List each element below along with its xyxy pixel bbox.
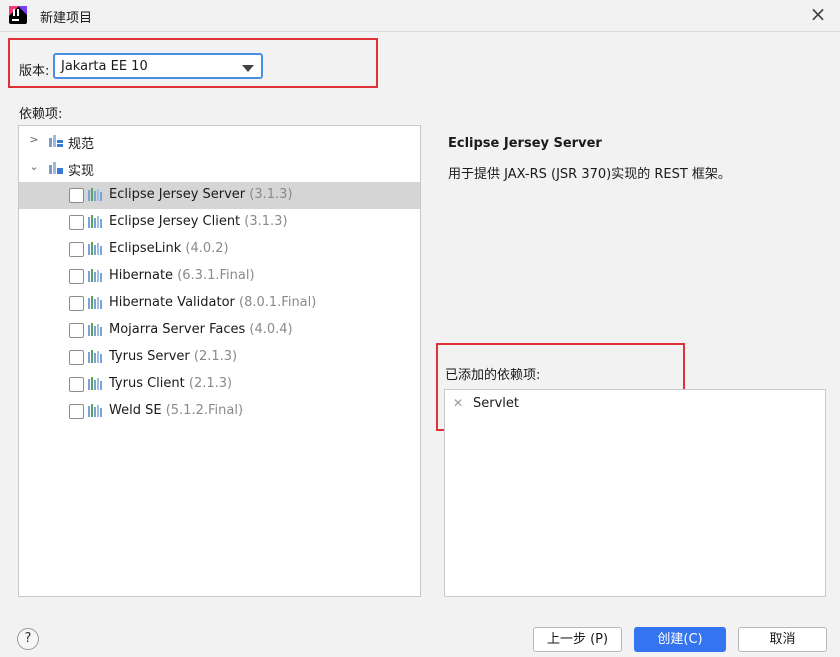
library-group-icon [49,135,63,147]
help-button[interactable]: ? [17,628,39,650]
version-select[interactable]: Jakarta EE 10 [53,53,263,79]
library-version: (3.1.3) [244,214,288,229]
library-label: Weld SE (5.1.2.Final) [109,403,243,418]
library-name: Eclipse Jersey Client [109,214,241,229]
added-dependencies-label: 已添加的依赖项: [445,368,541,383]
library-checkbox[interactable] [69,377,84,392]
library-label: Eclipse Jersey Server (3.1.3) [109,187,293,202]
library-name: Tyrus Server [109,349,190,364]
added-dependency-item: ✕ Servlet [445,390,825,420]
intellij-app-icon [9,6,27,24]
description-text: 用于提供 JAX-RS (JSR 370)实现的 REST 框架。 [448,167,731,182]
library-checkbox[interactable] [69,242,84,257]
library-version: (2.1.3) [193,349,238,364]
tree-category-specifications[interactable]: > 规范 [19,128,420,155]
library-icon [88,242,102,255]
library-version: (6.3.1.Final) [177,268,255,283]
library-name: Hibernate [109,268,174,283]
library-icon [88,269,102,282]
library-checkbox[interactable] [69,296,84,311]
library-row[interactable]: EclipseLink (4.0.2) [19,236,420,263]
library-checkbox[interactable] [69,404,84,419]
library-name: Eclipse Jersey Server [109,187,246,202]
library-checkbox[interactable] [69,215,84,230]
library-icon [88,296,102,309]
library-checkbox[interactable] [69,350,84,365]
library-row[interactable]: Eclipse Jersey Client (3.1.3) [19,209,420,236]
close-icon[interactable]: × [806,2,830,26]
library-label: Mojarra Server Faces (4.0.4) [109,322,293,337]
category-label: 实现 [68,164,95,179]
library-checkbox[interactable] [69,269,84,284]
added-dependency-name: Servlet [473,396,519,411]
chevron-down-icon [242,65,254,72]
library-label: Hibernate (6.3.1.Final) [109,268,255,283]
library-row[interactable]: Hibernate Validator (8.0.1.Final) [19,290,420,317]
library-icon [88,188,102,201]
library-label: Tyrus Client (2.1.3) [109,376,232,391]
tree-category-implementations[interactable]: ⌄ 实现 [19,155,420,182]
library-name: Weld SE [109,403,162,418]
library-icon [88,215,102,228]
library-row[interactable]: Hibernate (6.3.1.Final) [19,263,420,290]
library-checkbox[interactable] [69,188,84,203]
library-row[interactable]: Weld SE (5.1.2.Final) [19,398,420,425]
library-icon [88,404,102,417]
chevron-down-icon[interactable]: ⌄ [27,160,41,174]
library-version: (4.0.4) [249,322,293,337]
category-label: 规范 [68,137,95,152]
library-name: EclipseLink [109,241,182,256]
library-row[interactable]: Eclipse Jersey Server (3.1.3) [19,182,420,209]
version-select-value: Jakarta EE 10 [61,59,148,74]
library-row[interactable]: Tyrus Server (2.1.3) [19,344,420,371]
window-title: 新建项目 [40,11,93,26]
library-version: (4.0.2) [185,241,229,256]
chevron-right-icon[interactable]: > [27,133,41,147]
library-name: Tyrus Client [109,376,185,391]
cancel-button[interactable]: 取消 [738,627,827,652]
library-checkbox[interactable] [69,323,84,338]
dependencies-tree[interactable]: > 规范 ⌄ 实现 Eclipse Jersey Server (3.1.3) E… [18,125,421,597]
added-dependencies-list[interactable]: ✕ Servlet [444,389,826,597]
previous-button[interactable]: 上一步 (P) [533,627,622,652]
library-version: (3.1.3) [249,187,293,202]
library-label: Hibernate Validator (8.0.1.Final) [109,295,316,310]
description-title: Eclipse Jersey Server [448,136,602,151]
library-version: (2.1.3) [188,376,233,391]
remove-icon[interactable]: ✕ [453,396,463,410]
library-icon [88,323,102,336]
library-group-icon [49,162,63,174]
library-version: (8.0.1.Final) [239,295,317,310]
library-row[interactable]: Mojarra Server Faces (4.0.4) [19,317,420,344]
dependencies-label: 依赖项: [19,107,63,122]
library-name: Hibernate Validator [109,295,235,310]
library-label: EclipseLink (4.0.2) [109,241,229,256]
library-icon [88,377,102,390]
library-version: (5.1.2.Final) [165,403,244,418]
version-label: 版本: [19,64,50,79]
library-label: Tyrus Server (2.1.3) [109,349,237,364]
library-name: Mojarra Server Faces [109,322,246,337]
library-label: Eclipse Jersey Client (3.1.3) [109,214,288,229]
title-bar: 新建项目 × [0,0,840,32]
library-icon [88,350,102,363]
create-button[interactable]: 创建(C) [634,627,726,652]
library-row[interactable]: Tyrus Client (2.1.3) [19,371,420,398]
